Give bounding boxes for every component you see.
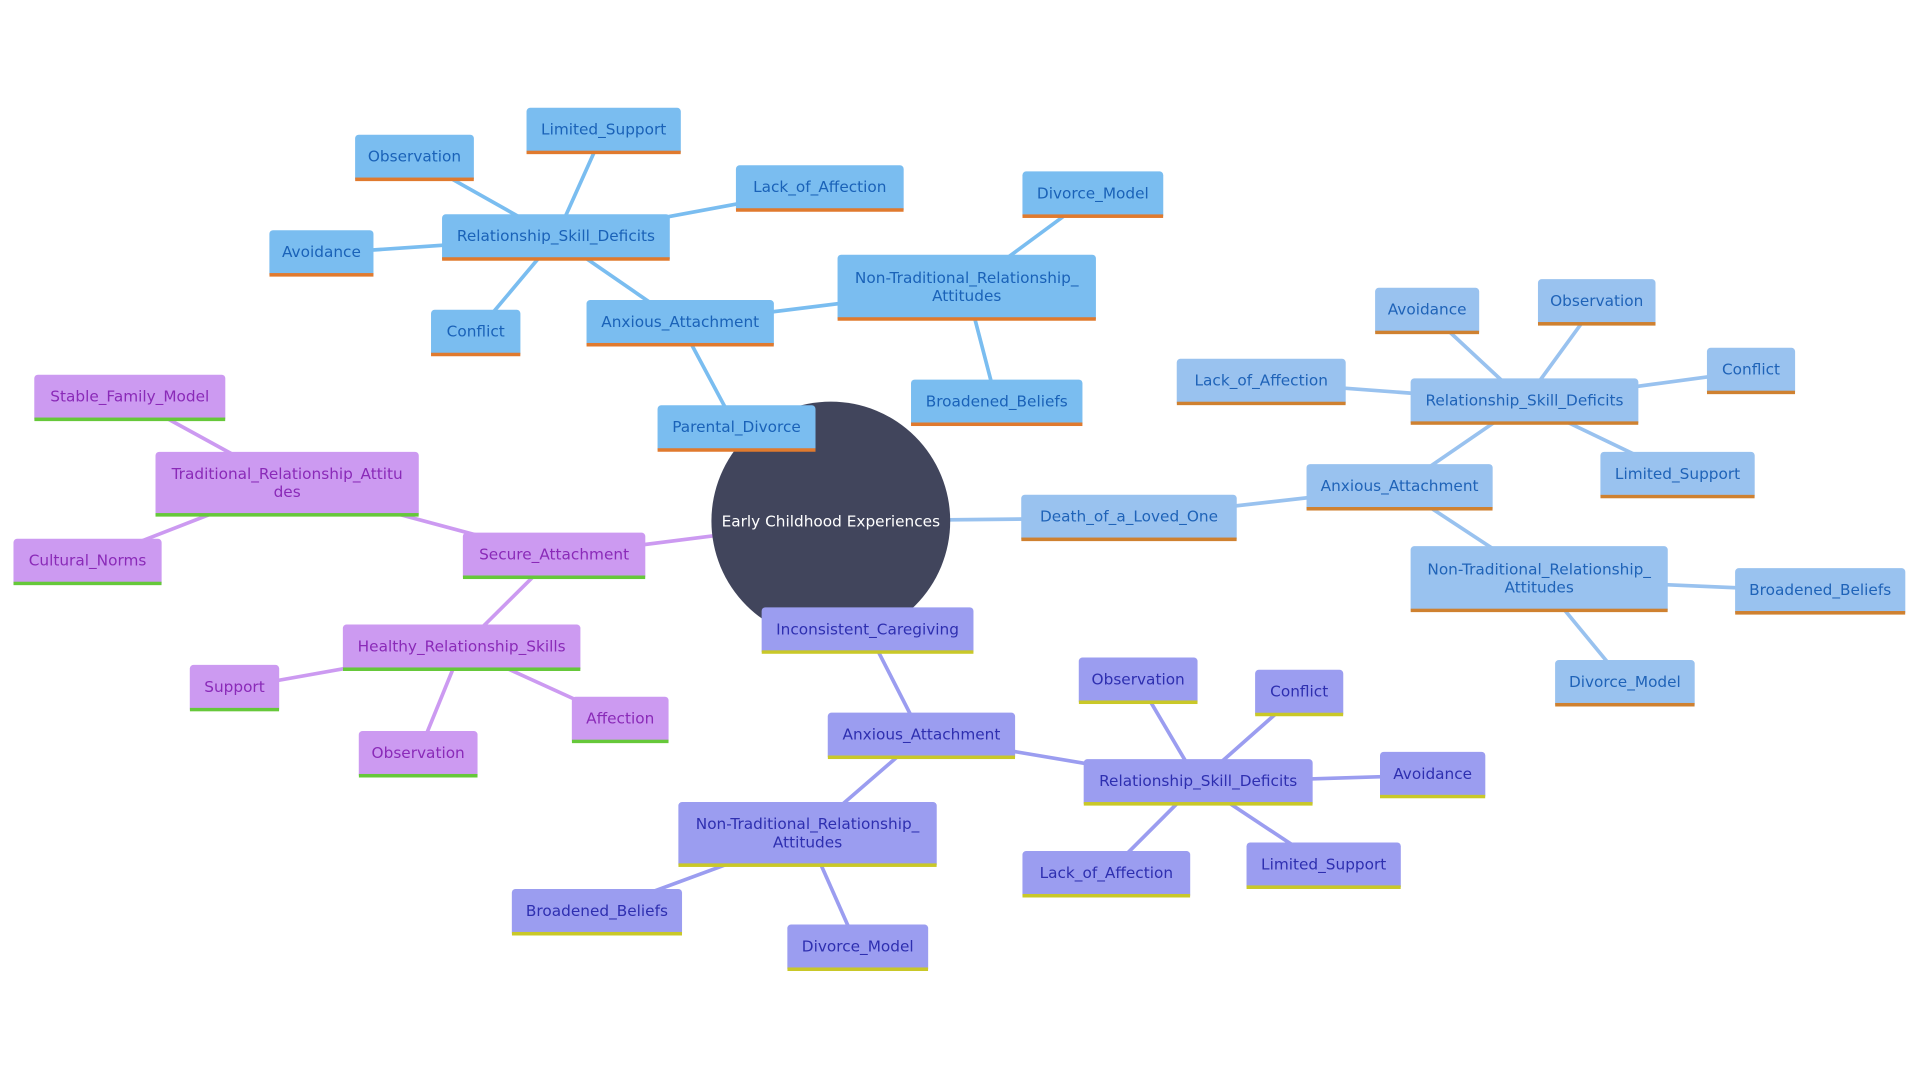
node-lack-of-affection[interactable]: Lack_of_Affection <box>1176 358 1346 406</box>
node-anxious-attachment[interactable]: Anxious_Attachment <box>586 300 774 347</box>
node-limited-support[interactable]: Limited_Support <box>1600 451 1755 499</box>
node-avoidance[interactable]: Avoidance <box>1380 751 1486 799</box>
mindmap: Early Childhood Experiences Parental_Div… <box>0 0 1920 1080</box>
node-cultural-norms[interactable]: Cultural_Norms <box>13 538 162 586</box>
node-parental-divorce[interactable]: Parental_Divorce <box>657 405 816 452</box>
node-traditional-attitudes[interactable]: Traditional_Relationship_Attitu des <box>155 451 419 517</box>
node-observation[interactable]: Observation <box>1078 657 1198 705</box>
node-conflict[interactable]: Conflict <box>431 309 521 357</box>
node-relationship-skill-deficits[interactable]: Relationship_Skill_Deficits <box>1083 759 1313 806</box>
node-observation[interactable]: Observation <box>358 731 478 778</box>
node-affection[interactable]: Affection <box>571 696 669 744</box>
node-anxious-attachment[interactable]: Anxious_Attachment <box>1306 464 1493 511</box>
node-support[interactable]: Support <box>189 664 280 712</box>
node-observation[interactable]: Observation <box>355 134 474 182</box>
node-non-traditional-attitudes[interactable]: Non-Traditional_Relationship_ Attitudes <box>837 254 1096 321</box>
node-inconsistent-caregiving[interactable]: Inconsistent_Caregiving <box>761 607 974 654</box>
node-lack-of-affection[interactable]: Lack_of_Affection <box>1022 851 1191 898</box>
node-broadened-beliefs[interactable]: Broadened_Beliefs <box>1735 568 1906 615</box>
node-death-of-a-loved-one[interactable]: Death_of_a_Loved_One <box>1021 494 1237 542</box>
node-avoidance[interactable]: Avoidance <box>1375 287 1480 335</box>
node-stable-family-model[interactable]: Stable_Family_Model <box>34 374 226 422</box>
node-limited-support[interactable]: Limited_Support <box>526 107 681 155</box>
node-observation[interactable]: Observation <box>1537 279 1656 326</box>
node-conflict[interactable]: Conflict <box>1706 347 1796 395</box>
node-relationship-skill-deficits[interactable]: Relationship_Skill_Deficits <box>1410 378 1639 425</box>
node-divorce-model[interactable]: Divorce_Model <box>787 924 929 972</box>
node-non-traditional-attitudes[interactable]: Non-Traditional_Relationship_ Attitudes <box>678 802 937 867</box>
node-broadened-beliefs[interactable]: Broadened_Beliefs <box>911 379 1083 427</box>
node-secure-attachment[interactable]: Secure_Attachment <box>462 532 646 580</box>
node-conflict[interactable]: Conflict <box>1255 669 1344 717</box>
edges <box>86 130 1821 949</box>
node-non-traditional-attitudes[interactable]: Non-Traditional_Relationship_ Attitudes <box>1410 546 1668 613</box>
node-divorce-model[interactable]: Divorce_Model <box>1022 171 1164 218</box>
node-relationship-skill-deficits[interactable]: Relationship_Skill_Deficits <box>442 214 670 261</box>
node-avoidance[interactable]: Avoidance <box>269 230 374 277</box>
node-divorce-model[interactable]: Divorce_Model <box>1555 660 1695 707</box>
node-anxious-attachment[interactable]: Anxious_Attachment <box>827 712 1016 760</box>
node-lack-of-affection[interactable]: Lack_of_Affection <box>735 165 904 212</box>
node-limited-support[interactable]: Limited_Support <box>1246 842 1401 889</box>
node-healthy-relationship-skills[interactable]: Healthy_Relationship_Skills <box>342 624 581 672</box>
node-broadened-beliefs[interactable]: Broadened_Beliefs <box>511 888 683 936</box>
